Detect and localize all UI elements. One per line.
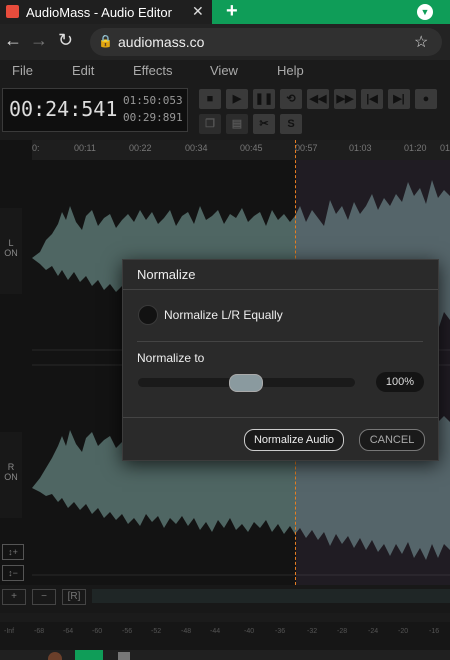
favicon-icon	[6, 5, 19, 18]
meter-tick: -64	[63, 628, 74, 635]
divider	[137, 341, 423, 342]
taskbar-app-icon[interactable]	[118, 652, 130, 660]
zoom-out-button[interactable]: −	[32, 589, 56, 605]
normalize-slider-thumb[interactable]	[229, 374, 263, 392]
selection-duration: 00:29:891	[123, 111, 183, 124]
tab-search-icon[interactable]: ▼	[417, 4, 433, 20]
close-tab-icon[interactable]: ✕	[192, 3, 204, 20]
meter-tick: -20	[398, 628, 409, 635]
meter-tick: -60	[92, 628, 103, 635]
skip-end-icon[interactable]: ▶|	[388, 89, 410, 109]
tab-title: AudioMass - Audio Editor	[26, 5, 172, 20]
level-meter: -Inf -68 -64 -60 -56 -52 -48 -44 -40 -36…	[0, 622, 450, 650]
normalize-dialog: Normalize Normalize L/R Equally Normaliz…	[122, 259, 439, 461]
back-icon[interactable]: ←	[4, 30, 22, 51]
address-bar[interactable]: 🔒 audiomass.co ☆	[90, 28, 442, 56]
os-taskbar	[0, 650, 450, 660]
bookmark-star-icon[interactable]: ☆	[414, 32, 428, 52]
channel-left-name: L	[8, 238, 14, 248]
lock-icon: 🔒	[98, 34, 113, 48]
loop-icon[interactable]: ⟲	[280, 89, 302, 109]
channel-left-state: ON	[4, 248, 18, 258]
cut-icon[interactable]: ✂	[253, 114, 275, 134]
total-duration: 01:50:053	[123, 94, 183, 107]
browser-toolbar: ← → ↻ 🔒 audiomass.co ☆	[0, 24, 450, 60]
forward-icon[interactable]: →	[30, 30, 48, 51]
normalize-to-label: Normalize to	[137, 351, 205, 365]
meter-tick: -44	[210, 628, 221, 635]
time-display: 00:24:541 01:50:053 00:29:891	[2, 88, 188, 132]
paste-icon[interactable]: ▤	[226, 114, 248, 134]
taskbar-active-app-icon[interactable]	[75, 650, 103, 660]
pause-icon[interactable]: ❚❚	[253, 89, 275, 109]
divider	[123, 417, 438, 418]
normalize-value[interactable]: 100%	[376, 372, 424, 392]
app-menu-bar: File Edit Effects View Help	[0, 60, 450, 82]
url-text: audiomass.co	[118, 34, 205, 50]
normalize-audio-button[interactable]: Normalize Audio	[244, 429, 344, 451]
rewind-icon[interactable]: ◀◀	[307, 89, 329, 109]
zoom-in-vertical-icon[interactable]: ↕+	[2, 544, 24, 560]
skip-start-icon[interactable]: |◀	[361, 89, 383, 109]
zoom-in-button[interactable]: +	[2, 589, 26, 605]
menu-edit[interactable]: Edit	[72, 63, 94, 78]
normalize-equally-toggle[interactable]	[138, 305, 158, 325]
new-tab-button[interactable]: +	[226, 0, 238, 23]
meter-tick: -Inf	[4, 628, 15, 635]
menu-file[interactable]: File	[12, 63, 33, 78]
menu-view[interactable]: View	[210, 63, 238, 78]
play-icon[interactable]: ▶	[226, 89, 248, 109]
horizontal-scrollbar[interactable]	[92, 589, 450, 603]
meter-tick: -28	[337, 628, 348, 635]
browser-tab[interactable]: AudioMass - Audio Editor ✕	[0, 0, 212, 24]
meter-tick: -48	[181, 628, 192, 635]
menu-effects[interactable]: Effects	[133, 63, 173, 78]
silence-icon[interactable]: S	[280, 114, 302, 134]
channel-right-state: ON	[4, 472, 18, 482]
fast-forward-icon[interactable]: ▶▶	[334, 89, 356, 109]
meter-tick: -16	[429, 628, 440, 635]
meter-tick: -68	[34, 628, 45, 635]
meter-tick: -24	[368, 628, 379, 635]
meter-tick: -32	[307, 628, 318, 635]
normalize-equally-label: Normalize L/R Equally	[164, 308, 283, 322]
menu-help[interactable]: Help	[277, 63, 304, 78]
record-icon[interactable]: ●	[415, 89, 437, 109]
bottom-controls: + − [R]	[0, 585, 450, 613]
channel-right-name: R	[7, 462, 15, 472]
copy-icon[interactable]: ❐	[199, 114, 221, 134]
current-time: 00:24:541	[9, 97, 118, 121]
meter-tick: -36	[275, 628, 286, 635]
browser-tab-strip: AudioMass - Audio Editor ✕ + ▼	[0, 0, 450, 24]
channel-right-toggle[interactable]: R ON	[0, 432, 22, 518]
zoom-out-vertical-icon[interactable]: ↕−	[2, 565, 24, 581]
meter-tick: -56	[122, 628, 133, 635]
stop-icon[interactable]: ■	[199, 89, 221, 109]
zoom-region-button[interactable]: [R]	[62, 589, 86, 605]
cancel-button[interactable]: CANCEL	[359, 429, 425, 451]
meter-tick: -40	[244, 628, 255, 635]
dialog-title: Normalize	[137, 267, 196, 282]
reload-icon[interactable]: ↻	[58, 30, 73, 51]
channel-left-toggle[interactable]: L ON	[0, 208, 22, 294]
meter-tick: -52	[151, 628, 162, 635]
divider	[123, 289, 438, 290]
taskbar-app-icon[interactable]	[48, 652, 62, 660]
